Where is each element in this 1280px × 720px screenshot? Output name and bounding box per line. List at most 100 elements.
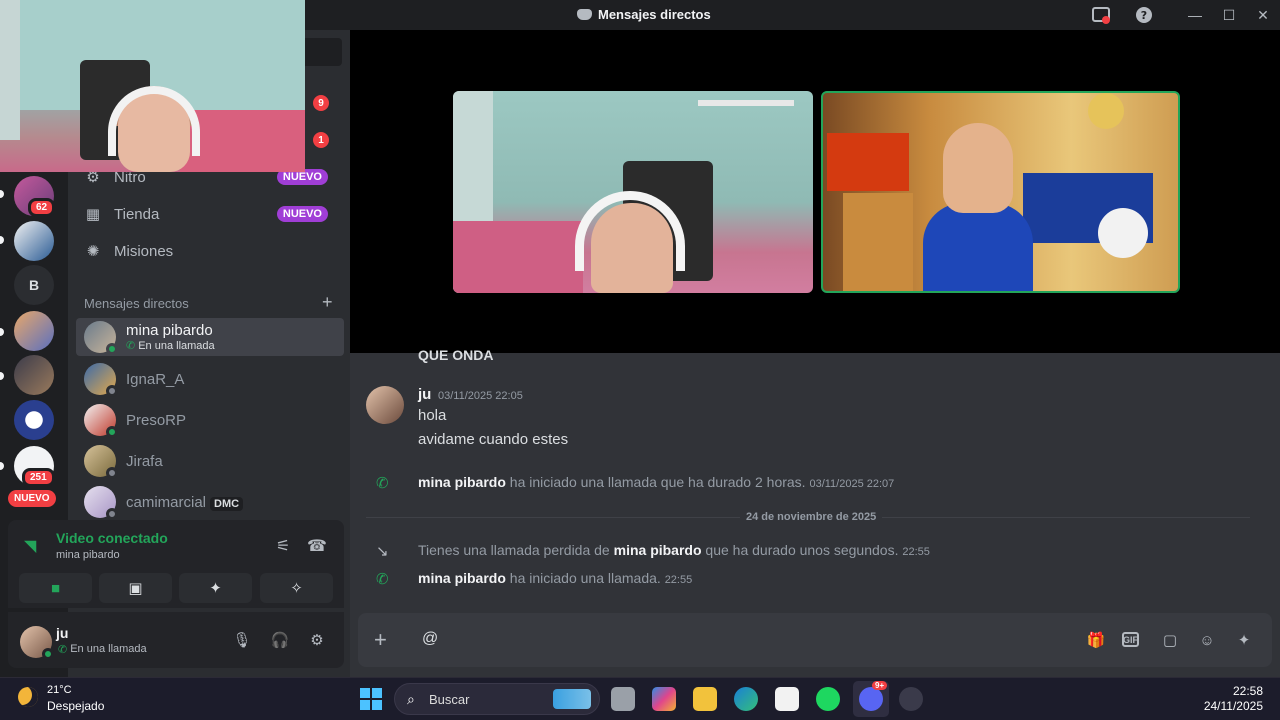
server-icon[interactable]: B <box>14 265 54 305</box>
nuevo-badge: NUEVO <box>276 206 328 222</box>
avatar[interactable] <box>20 626 54 660</box>
system-timestamp: 22:55 <box>902 546 930 558</box>
settings-gear-icon[interactable]: ⚙ <box>307 630 327 650</box>
copilot-icon[interactable] <box>652 687 676 711</box>
shop-icon: ▦ <box>85 206 101 223</box>
message-timestamp: 03/11/2025 22:05 <box>438 390 523 402</box>
inbox-call-icon[interactable] <box>1092 6 1110 24</box>
voice-status[interactable]: Video conectado <box>56 530 168 546</box>
dm-name: IgnaR_A <box>126 370 185 388</box>
dm-item-camimarcial[interactable]: camimarcial DMC <box>76 483 344 521</box>
caller-name[interactable]: mina pibardo <box>418 570 506 586</box>
server-icon[interactable] <box>14 400 54 440</box>
nav-shop[interactable]: ▦ Tienda NUEVO <box>76 196 342 232</box>
maximize-button[interactable]: ☐ <box>1212 0 1246 30</box>
message-text: QUE ONDA <box>418 347 494 363</box>
start-button[interactable] <box>360 688 382 710</box>
system-clock[interactable]: 22:58 24/11/2025 <box>1204 684 1263 714</box>
system-text: que ha durado unos segundos. <box>701 542 899 558</box>
video-tile-self[interactable] <box>453 91 813 293</box>
message-input[interactable]: @ <box>422 630 438 648</box>
message-text: avidame cuando estes <box>418 431 569 448</box>
voice-channel: mina pibardo <box>56 549 120 561</box>
dm-section-header: Mensajes directos <box>84 296 189 311</box>
user-panel: ju ✆ En una llamada 🎙 🎧 ⚙ <box>8 612 344 668</box>
system-text: Tienes una llamada perdida de <box>418 542 614 558</box>
notification-badge: 1 <box>313 132 329 148</box>
noise-suppression-icon[interactable]: ⚟ <box>272 536 294 556</box>
nav-quests[interactable]: ✺ Misiones <box>76 233 342 269</box>
caller-name[interactable]: mina pibardo <box>614 542 702 558</box>
dm-item-presorp[interactable]: PresoRP <box>76 401 344 439</box>
taskbar-search[interactable]: ⌕ Buscar <box>394 683 600 715</box>
task-view-icon[interactable] <box>611 687 635 711</box>
message-author[interactable]: ju <box>418 386 431 403</box>
apps-icon[interactable]: ✦ <box>1233 630 1255 650</box>
spotify-icon[interactable] <box>816 687 840 711</box>
discord-badge: 9+ <box>872 681 888 690</box>
discord-icon[interactable] <box>859 687 883 711</box>
obs-icon[interactable] <box>899 687 923 711</box>
camera-button[interactable]: ■ <box>19 573 92 603</box>
user-status: En una llamada <box>70 643 147 655</box>
avatar <box>84 404 118 438</box>
caller-name[interactable]: mina pibardo <box>418 474 506 490</box>
gift-icon[interactable]: 🎁 <box>1085 630 1107 650</box>
dm-item-mina-pibardo[interactable]: mina pibardo ✆ En una llamada <box>76 318 344 356</box>
nav-quests-label: Misiones <box>114 242 174 260</box>
emoji-icon[interactable]: ☺ <box>1196 630 1218 650</box>
soundboard-button[interactable]: ✧ <box>260 573 333 603</box>
unread-pip <box>0 190 4 198</box>
window-title-text: Mensajes directos <box>598 7 711 22</box>
avatar <box>84 486 118 520</box>
disconnect-icon[interactable]: ☎ <box>306 536 328 556</box>
system-timestamp: 03/11/2025 22:07 <box>809 478 895 490</box>
minimize-button[interactable]: — <box>1178 0 1212 30</box>
soundboard-icon: ✧ <box>290 580 303 597</box>
dm-name: camimarcial <box>126 493 207 511</box>
headphones-icon[interactable]: 🎧 <box>270 630 290 650</box>
window-title: Mensajes directos <box>577 7 711 22</box>
webcam-overlay <box>0 0 305 172</box>
system-message-missed: Tienes una llamada perdida de mina pibar… <box>418 542 930 558</box>
message-composer[interactable]: + @ 🎁 GIF ▢ ☺ ✦ <box>358 613 1272 667</box>
status-offline-icon <box>106 467 118 479</box>
server-icon[interactable] <box>14 355 54 395</box>
user-name: ju <box>56 625 69 641</box>
file-explorer-icon[interactable] <box>693 687 717 711</box>
avatar <box>84 363 118 397</box>
create-dm-plus-icon[interactable]: + <box>322 292 333 313</box>
dm-name: Jirafa <box>126 452 163 470</box>
weather-condition[interactable]: Despejado <box>47 699 104 713</box>
server-icon[interactable] <box>14 221 54 261</box>
mention-badge: 62 <box>28 198 56 217</box>
microphone-icon[interactable]: 🎙 <box>232 630 252 650</box>
video-tile-mina-pibardo[interactable] <box>821 91 1180 293</box>
status-online-icon <box>106 343 118 355</box>
dm-item-ignar-a[interactable]: IgnaR_A <box>76 360 344 398</box>
unread-pip <box>0 372 4 380</box>
screen-share-button[interactable]: ▣ <box>99 573 172 603</box>
unread-pip <box>0 328 4 336</box>
edge-icon[interactable] <box>734 687 758 711</box>
weather-temp[interactable]: 21°C <box>47 684 72 696</box>
system-text: ha iniciado una llamada. <box>505 570 661 586</box>
call-started-icon: ✆ <box>376 475 389 492</box>
avatar <box>84 321 118 355</box>
sticker-icon[interactable]: ▢ <box>1159 630 1181 650</box>
store-icon[interactable] <box>775 687 799 711</box>
search-icon: ⌕ <box>407 691 415 707</box>
server-icon[interactable] <box>14 311 54 351</box>
search-highlight-icon <box>553 689 591 709</box>
activities-button[interactable]: ✦ <box>179 573 252 603</box>
missed-call-icon: ↘ <box>376 543 389 560</box>
message-avatar[interactable] <box>366 386 404 424</box>
svg-text:?: ? <box>1141 9 1147 22</box>
gif-icon[interactable]: GIF <box>1122 632 1139 647</box>
call-started-icon: ✆ <box>376 571 389 588</box>
add-attachment-icon[interactable]: + <box>374 627 387 653</box>
notification-badge: 9 <box>313 95 329 111</box>
dm-item-jirafa[interactable]: Jirafa <box>76 442 344 480</box>
close-window-button[interactable]: ✕ <box>1246 0 1280 30</box>
help-icon[interactable]: ? <box>1135 6 1153 24</box>
